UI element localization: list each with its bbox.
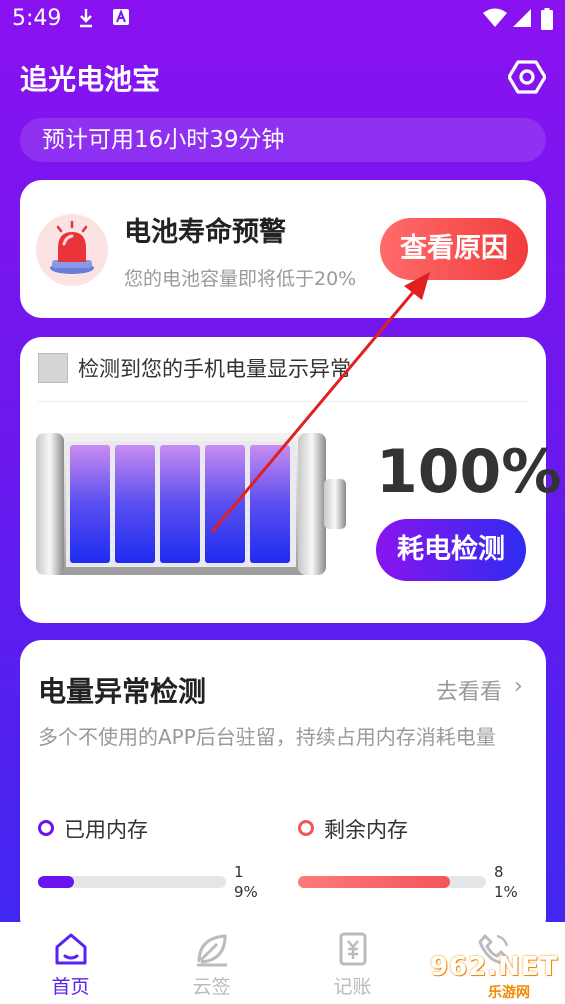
- watermark-text: 962.NET: [430, 952, 559, 982]
- battery-percent: 100%: [376, 437, 562, 507]
- wifi-icon: [483, 8, 507, 27]
- download-icon: [80, 9, 92, 28]
- chevron-right-icon[interactable]: ›: [514, 674, 523, 699]
- used-memory-dot: [38, 820, 54, 836]
- nav-ledger[interactable]: 记账: [282, 922, 423, 1004]
- nav-cloud-sign[interactable]: 云签: [141, 922, 282, 1004]
- watermark-subtext: 乐游网: [488, 985, 530, 1001]
- app-notification-icon: [113, 9, 129, 25]
- used-memory-label: 已用内存: [64, 818, 148, 842]
- site-watermark-logo: 962.NET 乐游网: [428, 952, 559, 1001]
- abnormal-checkbox[interactable]: [38, 353, 68, 383]
- view-reason-button[interactable]: 查看原因: [380, 218, 528, 280]
- warning-title: 电池寿命预警: [124, 217, 286, 248]
- battery-cells: [70, 445, 290, 563]
- free-memory-bar-fill: [298, 876, 451, 888]
- free-memory-dot: [298, 820, 314, 836]
- battery-status-icon: [541, 8, 553, 30]
- anomaly-title: 电量异常检测: [38, 675, 207, 708]
- free-memory-label: 剩余内存: [324, 818, 408, 842]
- battery-time-estimate: 预计可用16小时39分钟: [20, 118, 546, 162]
- abnormal-display-text: 检测到您的手机电量显示异常: [78, 357, 351, 381]
- free-memory-bar: [298, 876, 486, 888]
- used-memory-percent: 19%: [234, 863, 258, 901]
- battery-cell: [70, 445, 110, 563]
- nav-home-label: 首页: [51, 976, 90, 998]
- go-see-link[interactable]: 去看看: [436, 674, 502, 706]
- battery-life-warning-card: 电池寿命预警 您的电池容量即将低于20% 查看原因: [20, 180, 546, 318]
- power-anomaly-card: 电量异常检测 去看看 › 多个不使用的APP后台驻留，持续占用内存消耗电量 已用…: [20, 640, 546, 940]
- anomaly-description: 多个不使用的APP后台驻留，持续占用内存消耗电量: [38, 725, 496, 749]
- settings-gear-icon[interactable]: [508, 58, 546, 96]
- nav-home[interactable]: 首页: [0, 922, 141, 1004]
- battery-cell: [250, 445, 290, 563]
- warning-subtitle: 您的电池容量即将低于20%: [124, 268, 357, 290]
- home-icon: [55, 933, 87, 965]
- battery-cell: [160, 445, 200, 563]
- app-screen: 5:49 追光电池宝 预计可用16小时39分钟 电池寿命预警 您的电池容量即将低…: [0, 0, 565, 1004]
- leaf-icon: [197, 934, 227, 967]
- battery-cell: [115, 445, 155, 563]
- battery-cell: [205, 445, 245, 563]
- battery-illustration: [36, 433, 346, 575]
- nav-ledger-label: 记账: [333, 976, 372, 998]
- signal-icon: [513, 9, 531, 27]
- siren-alarm-icon: [36, 214, 108, 286]
- status-bar: 5:49: [0, 0, 565, 40]
- used-memory-bar: [38, 876, 226, 888]
- nav-cloud-sign-label: 云签: [192, 976, 231, 998]
- battery-status-card: 检测到您的手机电量显示异常 100% 耗电检测: [20, 337, 561, 623]
- app-title: 追光电池宝: [20, 63, 161, 96]
- free-memory-percent: 81%: [494, 863, 518, 901]
- status-time: 5:49: [12, 6, 62, 31]
- power-consumption-check-button[interactable]: 耗电检测: [376, 519, 526, 581]
- used-memory-bar-fill: [38, 876, 74, 888]
- card-divider: [38, 401, 528, 402]
- ledger-icon: [339, 932, 367, 966]
